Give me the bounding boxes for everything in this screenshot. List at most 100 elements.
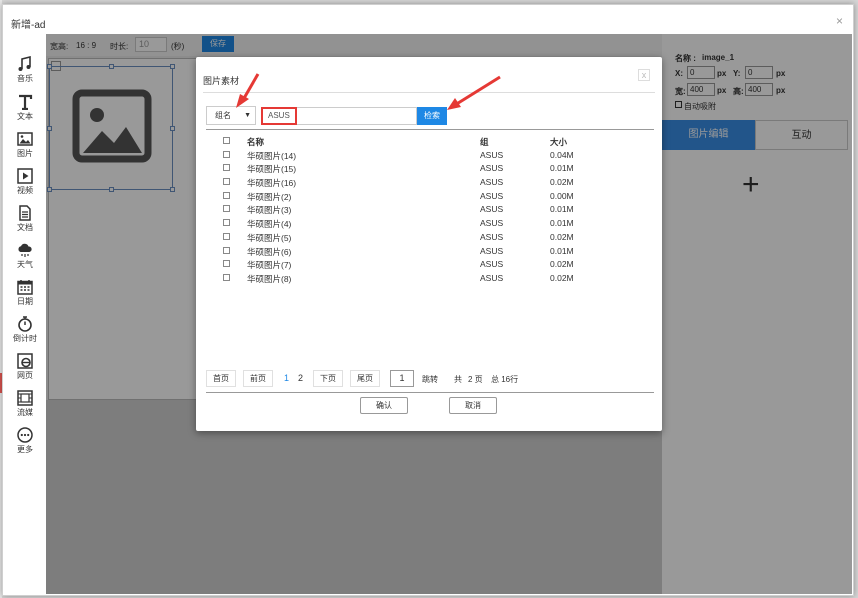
tool-image[interactable]: 图片 [10,131,40,159]
tool-label: 流媒 [17,408,33,417]
table-row[interactable]: 华硕图片(16) ASUS 0.02M [206,176,654,190]
row-checkbox[interactable] [223,191,230,199]
select-value: 组名 [215,111,231,120]
table-row[interactable]: 华硕图片(7) ASUS 0.02M [206,258,654,272]
cancel-button[interactable]: 取消 [449,397,497,414]
tool-label: 音乐 [17,74,33,83]
tool-label: 倒计时 [13,334,37,343]
cell-group: ASUS [480,204,504,215]
tool-text[interactable]: 文本 [10,94,40,122]
cell-group: ASUS [480,190,504,201]
tool-countdown[interactable]: 倒计时 [10,316,40,344]
search-button[interactable]: 检索 [417,107,447,125]
table-row[interactable]: 华硕图片(2) ASUS 0.00M [206,190,654,204]
cell-group: ASUS [480,245,504,256]
cell-group: ASUS [480,218,504,229]
table-row[interactable]: 华硕图片(6) ASUS 0.01M [206,245,654,259]
tool-video[interactable]: 视频 [10,168,40,196]
cell-name: 华硕图片(5) [247,232,292,243]
next-page-button[interactable]: 下页 [313,370,343,387]
dropdown-arrow-icon: ▼ [244,112,251,119]
last-page-button[interactable]: 尾页 [350,370,380,387]
tool-document[interactable]: 文档 [10,205,40,233]
jump-button[interactable]: 跳转 [422,374,438,385]
cell-size: 0.01M [550,163,574,174]
header-size: 大小 [550,137,568,147]
tool-music[interactable]: 音乐 [10,56,40,84]
window-close-button[interactable]: × [836,14,843,28]
music-icon [18,56,31,71]
cell-name: 华硕图片(7) [247,260,292,271]
page-1-link[interactable]: 1 [284,373,289,383]
cell-size: 0.02M [550,272,574,283]
cell-name: 华硕图片(8) [247,273,292,284]
row-checkbox[interactable] [223,178,230,186]
row-checkbox[interactable] [223,273,230,281]
divider [206,392,654,393]
pagination: 首页 前页 1 2 下页 尾页 1 跳转 共 2 页 总 16行 [206,370,654,388]
more-icon [17,427,33,443]
row-checkbox[interactable] [223,246,230,254]
page-2-link[interactable]: 2 [298,373,303,383]
table-row[interactable]: 华硕图片(5) ASUS 0.02M [206,231,654,245]
cell-name: 华硕图片(16) [247,178,297,189]
tool-label: 视频 [17,186,33,195]
dialog-title: 图片素材 [203,76,240,86]
select-all-checkbox[interactable] [223,137,230,144]
search-field-select[interactable]: 组名 ▼ [206,106,256,125]
image-table: 名称 组 大小 华硕图片(14) ASUS 0.04M 华硕图片(15) ASUS 0.… [206,135,654,286]
cell-size: 0.04M [550,149,574,160]
search-input[interactable]: ASUS [261,107,297,125]
stopwatch-icon [18,316,32,332]
cell-name: 华硕图片(15) [247,164,297,175]
tool-more[interactable]: 更多 [10,427,40,455]
tool-web[interactable]: 网页 [10,353,40,381]
tool-label: 日期 [17,297,33,306]
row-checkbox[interactable] [223,205,230,213]
dialog-close-button[interactable]: x [638,69,650,81]
tool-label: 天气 [17,260,33,269]
table-row[interactable]: 华硕图片(8) ASUS 0.02M [206,272,654,286]
confirm-button[interactable]: 确认 [360,397,408,414]
table-row[interactable]: 华硕图片(15) ASUS 0.01M [206,162,654,176]
document-icon [19,205,31,221]
cell-name: 华硕图片(14) [247,150,297,161]
row-checkbox[interactable] [223,260,230,268]
cell-group: ASUS [480,259,504,270]
cell-size: 0.02M [550,231,574,242]
text-icon [19,94,33,110]
table-row[interactable]: 华硕图片(3) ASUS 0.01M [206,203,654,217]
cell-group: ASUS [480,231,504,242]
cell-name: 华硕图片(4) [247,219,292,230]
cell-group: ASUS [480,272,504,283]
row-checkbox[interactable] [223,232,230,240]
widget-toolbar: 音乐 文本 图片 视频 文档 天气 日期 倒计时 网页 流媒 更多 [10,34,44,594]
row-checkbox[interactable] [223,150,230,158]
tool-label: 更多 [17,445,33,454]
cell-size: 0.01M [550,218,574,229]
tool-stream[interactable]: 流媒 [10,390,40,418]
tool-label: 文档 [17,223,33,232]
first-page-button[interactable]: 首页 [206,370,236,387]
jump-page-input[interactable]: 1 [390,370,414,387]
table-header: 名称 组 大小 [206,135,654,149]
total-pages: 2 页 [468,375,483,384]
cell-size: 0.02M [550,259,574,270]
cell-name: 华硕图片(2) [247,191,292,202]
prev-page-button[interactable]: 前页 [243,370,273,387]
cell-group: ASUS [480,163,504,174]
video-icon [17,168,33,184]
window-title: 新增-ad [11,20,46,31]
search-input-field[interactable] [297,107,417,125]
header-name: 名称 [247,137,265,147]
tool-date[interactable]: 日期 [10,279,40,307]
row-checkbox[interactable] [223,164,230,172]
total-prefix: 共 [454,375,462,384]
tool-weather[interactable]: 天气 [10,242,40,270]
total-rows: 总 16行 [491,375,519,384]
table-row[interactable]: 华硕图片(4) ASUS 0.01M [206,217,654,231]
cell-size: 0.01M [550,245,574,256]
cell-size: 0.02M [550,177,574,188]
row-checkbox[interactable] [223,219,230,227]
table-row[interactable]: 华硕图片(14) ASUS 0.04M [206,149,654,163]
